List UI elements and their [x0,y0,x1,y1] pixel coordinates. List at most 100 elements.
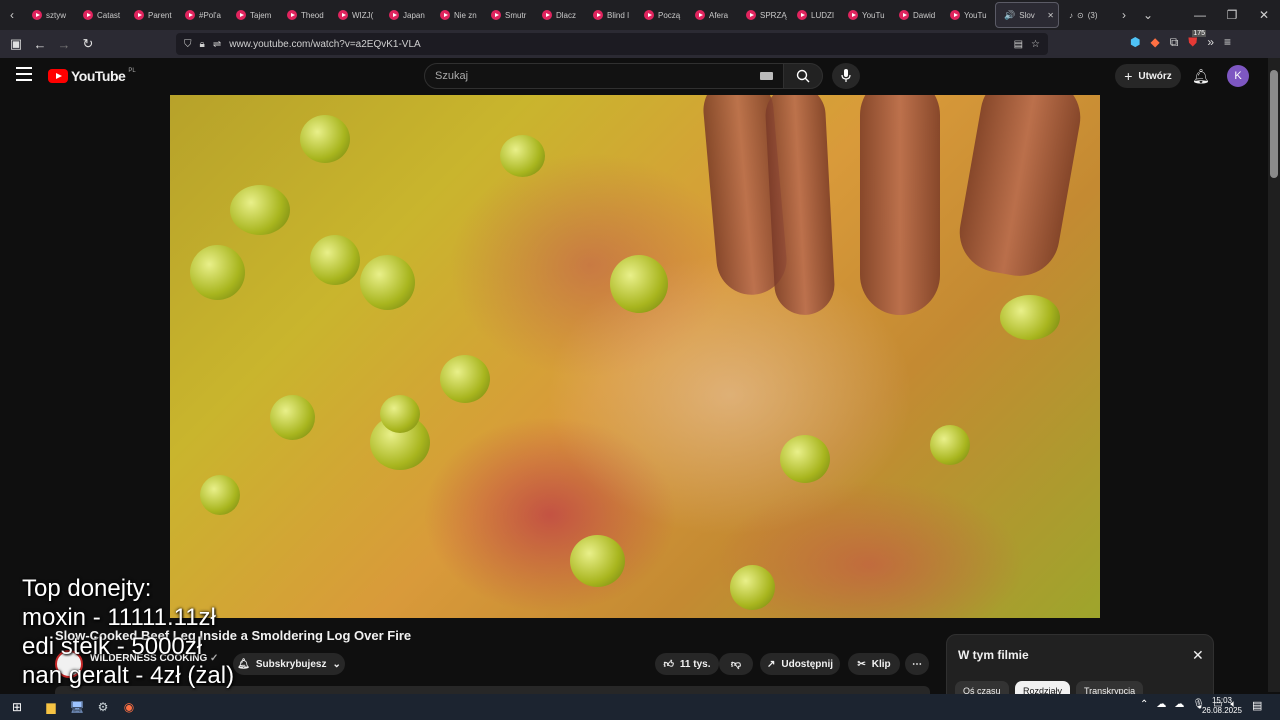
youtube-favicon-icon [848,10,858,20]
tab-scroll-left-button[interactable]: ‹ [0,0,24,30]
browser-tab[interactable]: Japan [381,0,432,30]
like-button[interactable]: 👍︎ 11 tys. [655,653,719,675]
menu-hamburger-icon[interactable]: ≡ [1224,35,1231,50]
bookmark-star-icon[interactable]: ☆ [1031,39,1040,50]
video-frame-detail [764,95,836,317]
tab-label: Smutr [505,10,527,20]
tab-label: YouTu [862,10,885,20]
permissions-icon[interactable]: ⇌ [213,39,221,50]
bell-icon: 🔔︎ [237,658,250,670]
windows-start-icon[interactable]: ⊞ [4,694,30,720]
video-player[interactable] [170,95,1100,618]
lock-icon[interactable]: 🔒︎ [200,39,205,50]
browser-tab[interactable]: LUDZI [789,0,840,30]
close-tab-icon[interactable]: ✕ [1047,11,1058,20]
youtube-favicon-icon [491,10,501,20]
browser-tab[interactable]: Smutr [483,0,534,30]
active-tab[interactable]: 🔊 Slov ✕ [995,2,1059,28]
dislike-button[interactable]: 👎︎ [719,653,753,675]
tab-label: sztyw [46,10,66,20]
subscribe-button[interactable]: 🔔︎ Subskrybujesz ⌄ [233,653,345,675]
subscribe-label: Subskrybujesz [255,658,327,670]
reload-button[interactable]: ↻ [76,32,100,56]
youtube-favicon-icon [542,10,552,20]
browser-tab[interactable]: Począ [636,0,687,30]
url-text[interactable]: www.youtube.com/watch?v=a2EQvK1-VLA [229,39,420,50]
youtube-favicon-icon [644,10,654,20]
video-frame-detail [310,235,360,285]
browser-tab[interactable]: Nie zn [432,0,483,30]
tab-scroll-right-button[interactable]: › [1112,0,1136,30]
file-explorer-icon[interactable]: ▆ [38,694,64,720]
browser-tab[interactable]: Blind I [585,0,636,30]
computer-icon[interactable]: 🖥︎ [64,694,90,720]
browser-tab[interactable]: sztyw [24,0,75,30]
browser-tab-strip: ‹ sztyw Catast Parent #Pol'a Tajem Theod WIZJ(… [0,0,1280,30]
extensions-icon[interactable]: ⧉ [1170,35,1179,50]
back-button[interactable]: ← [28,32,52,56]
browser-tab[interactable]: SPRZĄ [738,0,789,30]
browser-tab[interactable]: Catast [75,0,126,30]
firefox-icon[interactable]: ◉ [116,694,142,720]
close-window-button[interactable]: ✕ [1248,0,1280,30]
video-frame-detail [440,355,490,403]
donation-line: Top donejty: [22,575,152,602]
firefox-extension-icon[interactable]: ◆ [1150,35,1159,50]
browser-tab[interactable]: Dlacz [534,0,585,30]
voice-search-button[interactable] [832,63,860,89]
onedrive-alt-icon[interactable]: ☁ [1174,699,1184,710]
system-clock[interactable]: 15:03 26.08.2025 [1202,696,1242,716]
minimize-button[interactable]: — [1184,0,1216,30]
notifications-icon[interactable]: ▤ [1252,699,1262,712]
youtube-favicon-icon [134,10,144,20]
address-bar[interactable]: ⛉ 🔒︎ ⇌ www.youtube.com/watch?v=a2EQvK1-V… [176,33,1048,55]
sidebar-toggle-icon[interactable]: ▣ [4,32,28,56]
steam-icon[interactable]: ⚙ [90,694,116,720]
youtube-favicon-icon [899,10,909,20]
tab-label: #Pol'a [199,10,221,20]
clock-time: 15:03 [1211,696,1232,705]
ublock-icon[interactable]: ⛊ 175 [1188,30,1206,50]
browser-tab[interactable]: #Pol'a [177,0,228,30]
reader-view-icon[interactable]: ▤ [1014,39,1023,50]
onedrive-icon[interactable]: ☁ [1156,699,1166,710]
video-frame-detail [1000,295,1060,340]
browser-tab[interactable]: YouTu [840,0,891,30]
keyboard-icon[interactable] [760,72,773,80]
browser-tab[interactable]: Parent [126,0,177,30]
browser-tab[interactable]: YouTu [942,0,993,30]
shield-icon[interactable]: ⛉ [184,39,192,50]
close-panel-icon[interactable]: ✕ [1192,647,1204,664]
scrollbar-thumb[interactable] [1270,70,1278,178]
windows-taskbar: ⊞ ▆ 🖥︎ ⚙ ◉ ⌃ ☁ ☁ 🎙︎ ▭ 🔈︎ ▤ [0,694,1280,720]
browser-tab[interactable]: Afera [687,0,738,30]
tab-list-dropdown-icon[interactable]: ⌄ [1136,0,1160,30]
notifications-bell-icon[interactable]: 🔔︎ [1192,68,1210,85]
tab-label: (3) [1087,10,1098,20]
youtube-logo[interactable]: YouTube PL [48,68,136,84]
guide-menu-icon[interactable] [16,67,32,81]
more-actions-button[interactable]: ⋯ [905,653,929,675]
video-frame-detail [230,185,290,235]
overflow-chevron-icon[interactable]: » [1207,35,1214,50]
browser-tab[interactable]: WIZJ( [330,0,381,30]
speaker-icon[interactable]: 🔊 [1004,10,1015,21]
search-input[interactable]: Szukaj [424,63,784,89]
create-button[interactable]: + Utwórz [1115,64,1181,88]
tray-overflow-icon[interactable]: ⌃ [1140,699,1148,710]
clip-button[interactable]: ✂ Klip [848,653,900,675]
tab-label: Catast [97,10,121,20]
account-avatar[interactable]: K [1227,65,1249,87]
youtube-logo-text: YouTube [71,68,126,84]
vpn-extension-icon[interactable]: ⬢ [1130,35,1140,50]
thumbs-down-icon: 👎︎ [730,659,742,670]
donation-overlay: Top donejty: moxin - 11111.11zł edi stei… [22,574,234,690]
share-button[interactable]: ↗ Udostępnij [760,653,840,675]
browser-tab[interactable]: Dawid [891,0,942,30]
restore-button[interactable]: ❐ [1216,0,1248,30]
search-button[interactable] [783,63,823,89]
browser-tab[interactable]: Theod [279,0,330,30]
browser-tab[interactable]: Tajem [228,0,279,30]
tab-tiktok[interactable]: ♪ ⊙ (3) [1061,0,1112,30]
forward-button[interactable]: → [52,32,76,56]
